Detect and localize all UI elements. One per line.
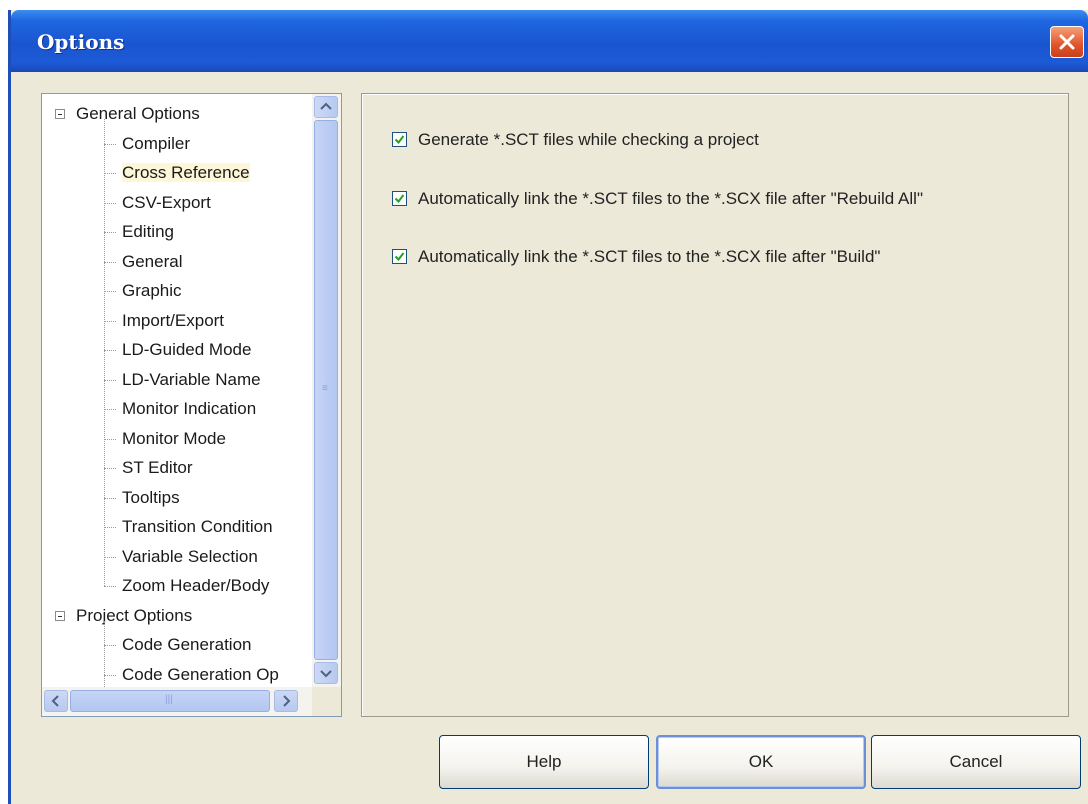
tree-item-label: Graphic <box>122 281 182 300</box>
tree-item[interactable]: Monitor Mode <box>122 428 226 450</box>
tree-connector <box>104 232 116 233</box>
tree-item[interactable]: ST Editor <box>122 457 193 479</box>
scroll-thumb[interactable]: ≡ <box>314 120 338 660</box>
tree-connector <box>104 586 116 587</box>
options-dialog: Options General Options Compiler Cross Ref… <box>8 10 1088 804</box>
tree-item-label: Transition Condition <box>122 517 273 536</box>
scroll-down-button[interactable] <box>314 662 338 684</box>
options-tree[interactable]: General Options Compiler Cross Reference CS… <box>41 93 342 717</box>
close-icon <box>1059 34 1075 50</box>
grip-icon: ≡ <box>322 383 328 394</box>
tree-item[interactable]: Code Generation Op <box>122 664 279 686</box>
collapse-icon[interactable] <box>55 109 65 119</box>
tree-item-label: Monitor Indication <box>122 399 257 418</box>
tree-item[interactable]: General <box>122 251 182 273</box>
checkmark-icon <box>394 194 405 204</box>
tree-item[interactable]: Import/Export <box>122 310 224 332</box>
tree-connector <box>104 291 116 292</box>
tree-item[interactable]: Zoom Header/Body <box>122 575 269 597</box>
tree-item[interactable]: LD-Guided Mode <box>122 339 251 361</box>
close-button[interactable] <box>1050 26 1084 58</box>
help-button[interactable]: Help <box>439 735 649 789</box>
tree-item-label: CSV-Export <box>122 192 211 212</box>
tree-list: General Options Compiler Cross Reference CS… <box>42 94 312 687</box>
grip-icon: ||| <box>165 694 173 705</box>
tree-item-label: Compiler <box>122 133 191 153</box>
tree-item-label: Project Options <box>76 605 193 625</box>
tree-item[interactable]: Code Generation <box>122 634 251 656</box>
tree-item[interactable]: Monitor Indication <box>122 398 256 420</box>
horizontal-scroll-thumb[interactable]: ||| <box>70 690 270 712</box>
tree-connector <box>104 556 116 558</box>
title-bar[interactable]: Options <box>11 10 1088 72</box>
chevron-right-icon <box>283 695 291 707</box>
tree-connector <box>104 468 116 469</box>
tree-horizontal-scrollbar[interactable]: ||| <box>42 687 312 716</box>
tree-item-label: General <box>122 251 183 271</box>
scrollbar-corner <box>312 687 341 716</box>
tree-item[interactable]: Cross Reference <box>122 162 250 184</box>
tree-connector <box>104 645 116 646</box>
option-label: Automatically link the *.SCT files to th… <box>418 189 923 208</box>
scroll-right-button[interactable] <box>274 690 298 712</box>
tree-connector <box>104 320 116 322</box>
chevron-left-icon <box>51 695 59 707</box>
tree-item[interactable]: CSV-Export <box>122 192 211 214</box>
tree-item[interactable]: Editing <box>122 221 174 243</box>
chevron-up-icon <box>320 102 332 110</box>
option-label: Generate *.SCT files while checking a pr… <box>418 130 759 149</box>
option-label: Automatically link the *.SCT files to th… <box>418 247 881 266</box>
tree-connector <box>104 261 116 263</box>
checkmark-icon <box>394 135 405 145</box>
window-title: Options <box>37 30 125 54</box>
tree-connector <box>104 527 116 528</box>
tree-item-label: Code Generation <box>122 635 252 654</box>
tree-connector <box>104 350 116 351</box>
chevron-down-icon <box>320 670 332 678</box>
tree-item[interactable]: General Options <box>76 103 200 125</box>
tree-item[interactable]: LD-Variable Name <box>122 369 261 391</box>
ok-button[interactable]: OK <box>656 735 866 789</box>
tree-connector <box>104 202 116 204</box>
tree-item[interactable]: Project Options <box>76 605 192 627</box>
scroll-left-button[interactable] <box>44 690 68 712</box>
checkbox[interactable] <box>392 132 407 147</box>
tree-connector <box>104 173 116 174</box>
options-panel: Generate *.SCT files while checking a pr… <box>361 93 1069 717</box>
tree-connector <box>104 438 116 440</box>
tree-item-label: Cross Reference <box>122 163 250 182</box>
tree-item-label: LD-Variable Name <box>122 369 261 389</box>
tree-item-label: General Options <box>76 104 200 123</box>
tree-connector <box>104 143 116 145</box>
tree-item[interactable]: Transition Condition <box>122 516 273 538</box>
tree-item-label: ST Editor <box>122 458 193 477</box>
tree-item-label: Import/Export <box>122 310 225 330</box>
scroll-up-button[interactable] <box>314 96 338 118</box>
checkbox[interactable] <box>392 249 407 264</box>
tree-connector <box>104 620 105 687</box>
tree-item-label: Editing <box>122 222 174 241</box>
tree-item[interactable]: Compiler <box>122 133 190 155</box>
cancel-button[interactable]: Cancel <box>871 735 1081 789</box>
tree-item-label: Variable Selection <box>122 546 258 566</box>
collapse-icon[interactable] <box>55 610 65 621</box>
tree-connector <box>104 119 105 586</box>
tree-item[interactable]: Variable Selection <box>122 546 258 568</box>
tree-item-label: Code Generation Op <box>122 664 279 684</box>
tree-connector <box>104 409 116 410</box>
tree-connector <box>104 497 116 499</box>
tree-item-label: Zoom Header/Body <box>122 576 270 595</box>
tree-vertical-scrollbar[interactable]: ≡ <box>312 94 341 687</box>
tree-item[interactable]: Tooltips <box>122 487 180 509</box>
tree-item-label: LD-Guided Mode <box>122 340 252 359</box>
checkmark-icon <box>394 252 405 262</box>
tree-item-label: Tooltips <box>122 487 180 507</box>
tree-item-label: Monitor Mode <box>122 428 226 448</box>
checkbox[interactable] <box>392 191 407 206</box>
tree-connector <box>104 379 116 381</box>
tree-connector <box>104 674 116 676</box>
tree-item[interactable]: Graphic <box>122 280 182 302</box>
